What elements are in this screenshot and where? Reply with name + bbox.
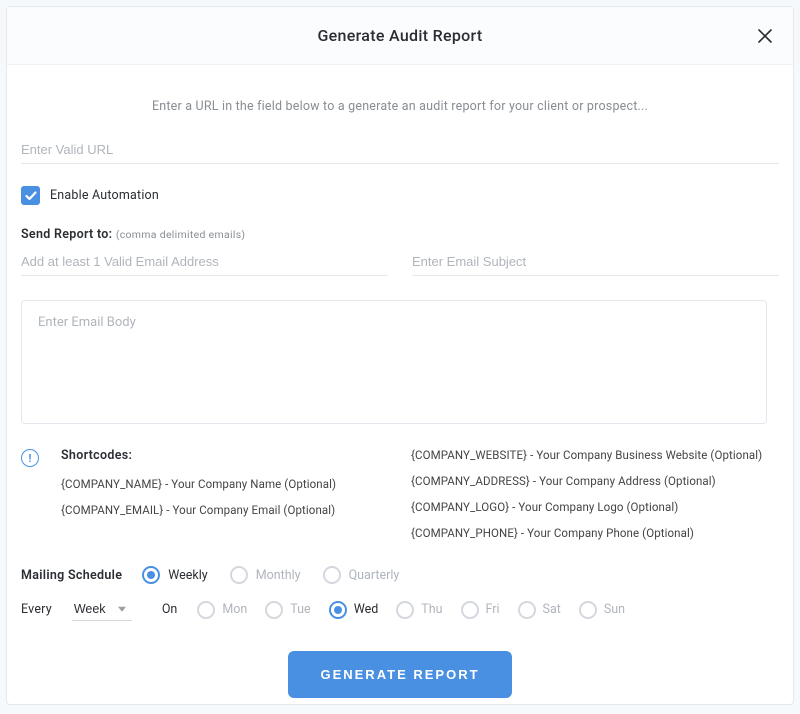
radio-icon <box>142 566 160 584</box>
audit-report-modal: Generate Audit Report Enter a URL in the… <box>6 6 794 705</box>
day-option-tue[interactable]: Tue <box>265 601 310 619</box>
close-button[interactable] <box>753 24 777 48</box>
every-label: Every <box>21 602 52 617</box>
modal-title: Generate Audit Report <box>317 26 482 45</box>
intro-text: Enter a URL in the field below to a gene… <box>21 99 779 114</box>
radio-icon <box>396 601 414 619</box>
radio-label: Tue <box>290 602 310 617</box>
day-option-thu[interactable]: Thu <box>396 601 442 619</box>
shortcode-item: {COMPANY_ADDRESS} - Your Company Address… <box>411 474 779 488</box>
shortcodes-title: Shortcodes: <box>61 448 381 463</box>
info-icon: ! <box>21 449 39 467</box>
shortcode-item: {COMPANY_PHONE} - Your Company Phone (Op… <box>411 526 779 540</box>
day-option-sat[interactable]: Sat <box>518 601 561 619</box>
shortcode-item: {COMPANY_LOGO} - Your Company Logo (Opti… <box>411 500 779 514</box>
schedule-option-monthly[interactable]: Monthly <box>230 566 301 584</box>
radio-icon <box>329 601 347 619</box>
day-option-sun[interactable]: Sun <box>579 601 625 619</box>
radio-label: Sat <box>543 602 561 617</box>
email-body-textarea[interactable] <box>21 300 767 424</box>
send-report-label: Send Report to: (comma delimited emails) <box>21 227 779 242</box>
radio-icon <box>265 601 283 619</box>
radio-icon <box>461 601 479 619</box>
every-unit-select[interactable]: Week <box>72 598 132 621</box>
radio-label: Mon <box>222 602 247 617</box>
day-option-wed[interactable]: Wed <box>329 601 379 619</box>
mailing-schedule-label: Mailing Schedule <box>21 568 122 583</box>
radio-icon <box>579 601 597 619</box>
url-input[interactable] <box>21 136 779 164</box>
radio-label: Fri <box>486 602 500 617</box>
radio-label: Weekly <box>168 568 207 583</box>
close-icon <box>758 29 772 43</box>
day-option-fri[interactable]: Fri <box>461 601 500 619</box>
generate-report-button[interactable]: GENERATE REPORT <box>288 651 511 698</box>
radio-icon <box>197 601 215 619</box>
enable-automation-checkbox[interactable] <box>21 186 40 205</box>
enable-automation-label: Enable Automation <box>50 188 159 203</box>
shortcode-item: {COMPANY_EMAIL} - Your Company Email (Op… <box>61 503 381 517</box>
shortcode-item: {COMPANY_WEBSITE} - Your Company Busines… <box>411 448 779 462</box>
schedule-option-weekly[interactable]: Weekly <box>142 566 207 584</box>
radio-icon <box>323 566 341 584</box>
on-label: On <box>162 602 178 617</box>
radio-label: Thu <box>421 602 442 617</box>
modal-header: Generate Audit Report <box>7 7 793 65</box>
mailing-schedule-radio-group: Weekly Monthly Quarterly <box>142 566 399 584</box>
shortcode-item: {COMPANY_NAME} - Your Company Name (Opti… <box>61 477 381 491</box>
radio-icon <box>230 566 248 584</box>
schedule-option-quarterly[interactable]: Quarterly <box>323 566 400 584</box>
day-radio-group: Mon Tue Wed Thu Fri Sat Sun <box>197 601 625 619</box>
day-option-mon[interactable]: Mon <box>197 601 247 619</box>
radio-icon <box>518 601 536 619</box>
email-subject-input[interactable] <box>412 248 779 276</box>
radio-label: Wed <box>354 602 379 617</box>
radio-label: Quarterly <box>349 568 400 583</box>
radio-label: Sun <box>604 602 625 617</box>
email-addresses-input[interactable] <box>21 248 388 276</box>
radio-label: Monthly <box>256 568 301 583</box>
